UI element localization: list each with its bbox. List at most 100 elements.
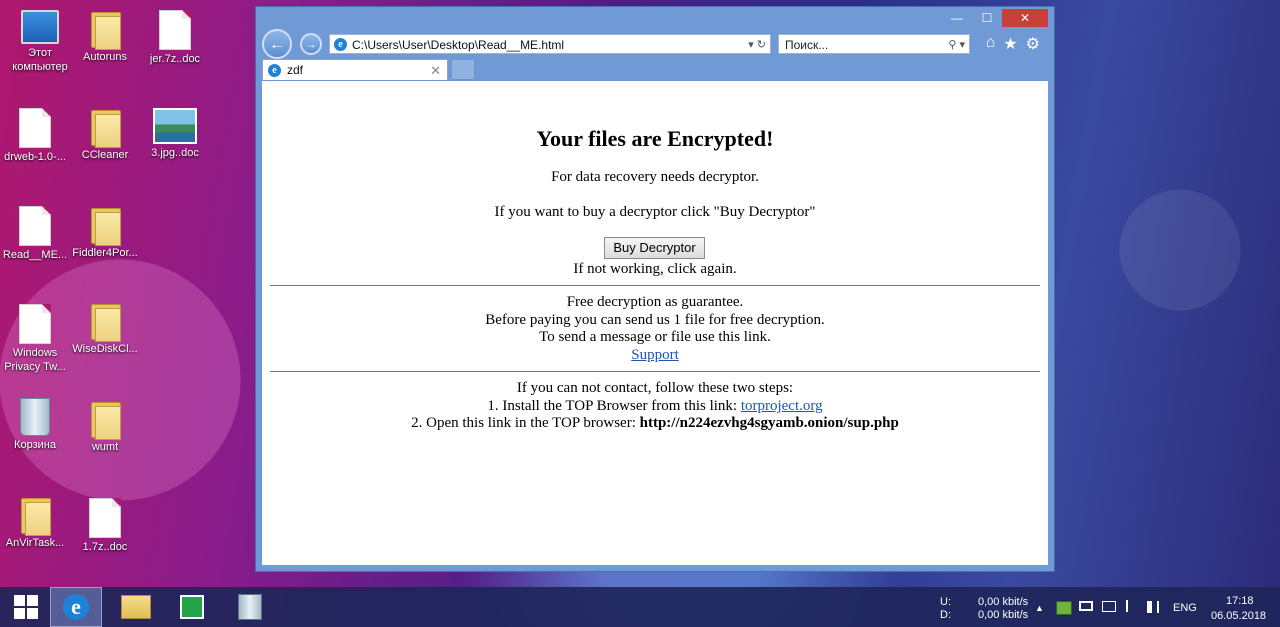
- folder-icon: [89, 106, 121, 148]
- download-speed: 0,00 kbit/s: [978, 609, 1029, 621]
- windows-logo-icon: [14, 595, 38, 619]
- new-tab-button[interactable]: [451, 59, 475, 80]
- start-button[interactable]: [0, 587, 52, 627]
- recycle-bin-icon: [20, 398, 50, 436]
- desktop-icon-label: 1.7z..doc: [82, 541, 128, 553]
- desktop-icon-drweb[interactable]: drweb-1.0-...: [0, 108, 73, 164]
- desktop-icon-label: Корзина: [14, 439, 56, 451]
- back-arrow-icon: ←: [269, 36, 285, 53]
- step-2-text: 2. Open this link in the TOP browser:: [411, 415, 640, 431]
- taskbar-file-explorer[interactable]: [110, 587, 162, 627]
- maximize-button[interactable]: ☐: [972, 9, 1002, 27]
- desktop-icon-fiddler[interactable]: Fiddler4Por...: [67, 204, 143, 260]
- desktop-icon-label: wumt: [91, 441, 119, 453]
- favorites-star-icon[interactable]: ★: [1003, 34, 1017, 54]
- desktop-icon-label: jer.7z..doc: [149, 53, 201, 65]
- network-icon[interactable]: [1102, 601, 1116, 612]
- desktop-icon-label: Windows Privacy Tw...: [4, 347, 66, 373]
- desktop-icon-label: drweb-1.0-...: [4, 151, 66, 163]
- upload-label: U:: [940, 596, 951, 608]
- desktop-icon-label: Autoruns: [82, 51, 128, 63]
- desktop-icon-ccleaner[interactable]: CCleaner: [67, 106, 143, 162]
- language-indicator[interactable]: ENG: [1173, 602, 1197, 615]
- clock-time[interactable]: 17:18: [1226, 595, 1254, 608]
- search-placeholder: Поиск...: [785, 38, 829, 52]
- image-icon: [153, 108, 197, 144]
- taskbar-app[interactable]: [224, 587, 276, 627]
- page-title: Your files are Encrypted!: [536, 126, 774, 151]
- desktop-icon-anvir[interactable]: AnVirTask...: [0, 494, 73, 550]
- close-tab-icon[interactable]: ✕: [430, 60, 441, 81]
- divider: [270, 285, 1040, 286]
- folder-icon: [89, 300, 121, 342]
- toolbar-icons: ⌂ ★ ⚙: [986, 34, 1040, 54]
- document-icon: [159, 10, 191, 50]
- search-input[interactable]: Поиск... ⚲ ▾: [778, 34, 970, 54]
- onion-url: http://n224ezvhg4sgyamb.onion/sup.php: [639, 415, 899, 431]
- navigation-bar: ← → e C:\Users\User\Desktop\Read__ME.htm…: [262, 29, 1048, 59]
- step-1: 1. Install the TOP Browser from this lin…: [262, 398, 1048, 415]
- internet-explorer-icon: e: [63, 594, 89, 620]
- page-content: Your files are Encrypted! For data recov…: [262, 81, 1048, 565]
- monitor-icon[interactable]: [1079, 601, 1093, 611]
- buy-decryptor-button[interactable]: Buy Decryptor: [604, 237, 705, 259]
- folder-icon: [89, 204, 121, 246]
- document-icon: [19, 108, 51, 148]
- page-favicon-icon: e: [334, 38, 347, 51]
- tab-favicon-icon: e: [268, 64, 281, 77]
- desktop-icon-label: 3.jpg..doc: [151, 147, 199, 159]
- support-link[interactable]: Support: [631, 347, 679, 363]
- desktop-icon-label: WiseDiskCl...: [72, 343, 138, 355]
- home-icon[interactable]: ⌂: [986, 34, 996, 54]
- address-bar[interactable]: e C:\Users\User\Desktop\Read__ME.html ▾ …: [329, 34, 771, 54]
- close-button[interactable]: ✕: [1002, 9, 1048, 27]
- clock-date[interactable]: 06.05.2018: [1211, 610, 1266, 623]
- desktop-icon-read-me[interactable]: Read__ME...: [0, 206, 73, 262]
- desktop-icon-autoruns[interactable]: Autoruns: [67, 8, 143, 64]
- volume-icon[interactable]: [1147, 601, 1159, 613]
- taskbar-internet-explorer[interactable]: e: [50, 587, 102, 627]
- guarantee-text: Free decryption as guarantee.: [566, 294, 744, 310]
- action-center-flag-icon[interactable]: [1126, 600, 1138, 612]
- store-icon: [180, 595, 204, 619]
- settings-gear-icon[interactable]: ⚙: [1026, 34, 1040, 54]
- desktop-icon-wumt[interactable]: wumt: [67, 398, 143, 454]
- desktop-icon-1-7z-doc[interactable]: 1.7z..doc: [67, 498, 143, 554]
- download-label: D:: [940, 609, 951, 621]
- divider: [270, 371, 1040, 372]
- document-icon: [19, 304, 51, 344]
- tab-zdf[interactable]: e zdf ✕: [262, 59, 448, 80]
- desktop-icon-wisediskcleaner[interactable]: WiseDiskCl...: [67, 300, 143, 356]
- support-line: Support: [262, 347, 1048, 364]
- desktop-icon-label: Fiddler4Por...: [72, 247, 138, 259]
- recycle-app-icon: [238, 594, 262, 620]
- window-controls: — ☐ ✕: [942, 9, 1048, 29]
- address-dropdown-refresh-icon[interactable]: ▾ ↻: [748, 35, 766, 55]
- desktop-icon-3jpg-doc[interactable]: 3.jpg..doc: [137, 108, 213, 160]
- search-icon[interactable]: ⚲ ▾: [948, 35, 965, 55]
- forward-arrow-icon: →: [305, 37, 317, 51]
- upload-speed: 0,00 kbit/s: [978, 596, 1029, 608]
- desktop-icon-jer-doc[interactable]: jer.7z..doc: [137, 10, 213, 66]
- torproject-link[interactable]: torproject.org: [741, 398, 823, 414]
- buy-instruction-text: If you want to buy a decryptor click "Bu…: [494, 204, 816, 220]
- step-1-text: 1. Install the TOP Browser from this lin…: [487, 398, 741, 414]
- step-2: 2. Open this link in the TOP browser: ht…: [262, 415, 1048, 432]
- retry-text: If not working, click again.: [573, 261, 737, 277]
- back-button[interactable]: ←: [262, 29, 292, 59]
- address-text: C:\Users\User\Desktop\Read__ME.html: [352, 38, 565, 52]
- taskbar: e U: D: 0,00 kbit/s 0,00 kbit/s ▲ ENG 17…: [0, 587, 1280, 627]
- desktop-icon-label: CCleaner: [81, 149, 129, 161]
- forward-button[interactable]: →: [300, 33, 322, 55]
- folder-icon: [89, 398, 121, 440]
- folder-icon: [19, 494, 51, 536]
- computer-icon: [21, 10, 59, 44]
- recovery-text: For data recovery needs decryptor.: [551, 169, 759, 185]
- tray-app-icon[interactable]: [1056, 601, 1072, 615]
- document-icon: [19, 206, 51, 246]
- show-hidden-icons-chevron-icon[interactable]: ▲: [1035, 602, 1044, 615]
- minimize-button[interactable]: —: [942, 9, 972, 27]
- taskbar-store[interactable]: [166, 587, 218, 627]
- desktop-icon-recycle-bin[interactable]: Корзина: [0, 398, 73, 452]
- desktop-icon-windows-privacy[interactable]: Windows Privacy Tw...: [0, 304, 73, 374]
